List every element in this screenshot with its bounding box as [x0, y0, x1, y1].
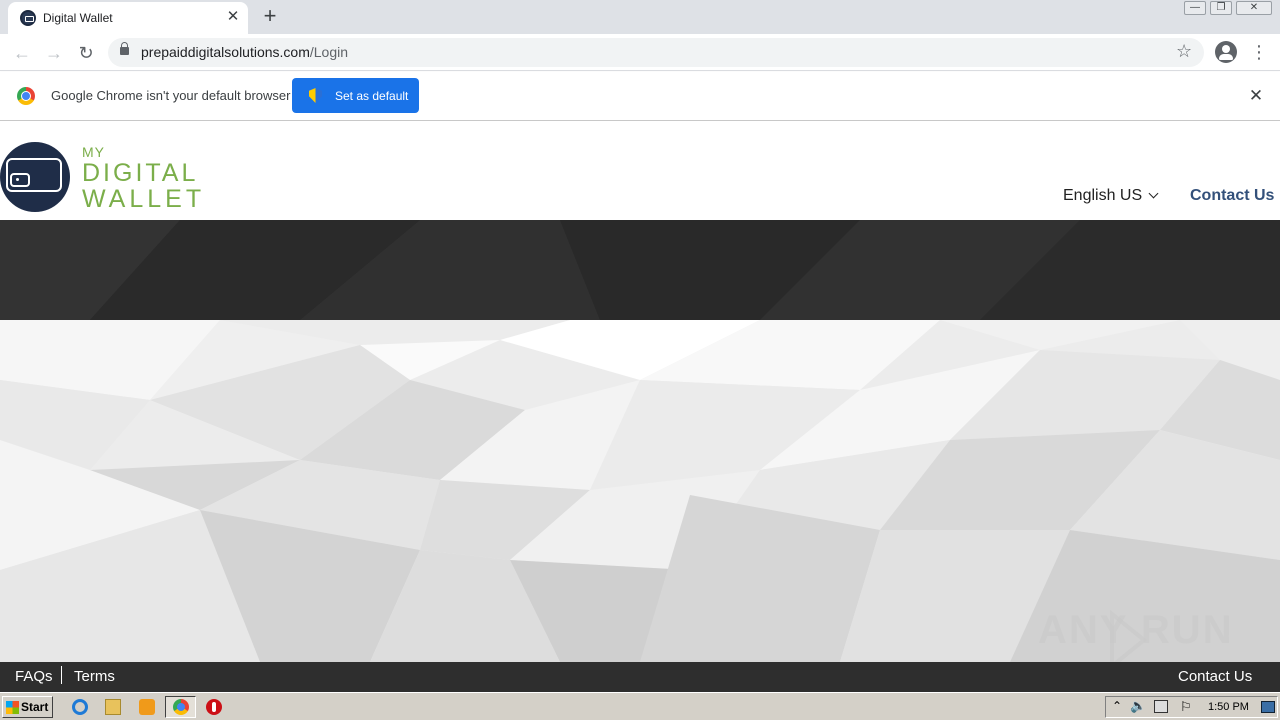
- clock[interactable]: 1:50 PM: [1208, 701, 1249, 713]
- site-footer: FAQs Terms Contact Us: [0, 662, 1280, 692]
- lock-icon[interactable]: [120, 42, 129, 55]
- opera-icon[interactable]: [206, 699, 222, 715]
- address-bar[interactable]: prepaiddigitalsolutions.com/Login ☆: [108, 38, 1204, 67]
- tray-expand-icon[interactable]: ⌃: [1112, 699, 1122, 713]
- browser-menu-icon[interactable]: ⋮: [1249, 40, 1269, 64]
- url-host: prepaiddigitalsolutions.com: [141, 44, 310, 60]
- start-label: Start: [21, 700, 49, 714]
- window-maximize-button[interactable]: ❐: [1210, 1, 1232, 15]
- footer-contact-link[interactable]: Contact Us: [1178, 668, 1252, 685]
- start-button[interactable]: Start: [2, 696, 53, 718]
- set-as-default-button[interactable]: Set as default: [292, 78, 419, 113]
- media-player-icon[interactable]: [139, 699, 155, 715]
- bookmark-star-icon[interactable]: ☆: [1176, 41, 1192, 62]
- windows-logo-icon: [6, 701, 19, 714]
- network-icon[interactable]: [1154, 700, 1168, 713]
- chrome-icon: [173, 699, 189, 715]
- logo-text-my: MY: [82, 144, 105, 160]
- logo-text-digital: DIGITAL: [82, 159, 199, 187]
- wallet-logo-icon[interactable]: [0, 142, 70, 212]
- set-as-default-label: Set as default: [335, 89, 409, 103]
- action-center-flag-icon[interactable]: ⚐: [1180, 699, 1192, 715]
- tab-title: Digital Wallet: [43, 11, 113, 25]
- watermark-play-icon: [1110, 610, 1148, 670]
- infobar-close-icon[interactable]: ✕: [1246, 86, 1266, 106]
- footer-divider: [61, 666, 62, 684]
- dark-polygon-pattern: [0, 220, 1280, 320]
- contact-us-link[interactable]: Contact Us: [1190, 187, 1274, 205]
- url-text[interactable]: prepaiddigitalsolutions.com/Login: [141, 44, 348, 60]
- chevron-down-icon: [1148, 188, 1159, 199]
- volume-icon[interactable]: 🔈: [1130, 698, 1146, 714]
- windows-taskbar: Start ⌃ 🔈 ⚐ 1:50 PM: [0, 692, 1280, 720]
- tab-close-icon[interactable]: ✕: [224, 8, 242, 26]
- browser-tab[interactable]: Digital Wallet ✕: [8, 2, 248, 34]
- show-desktop-icon[interactable]: [1261, 701, 1275, 713]
- window-close-button[interactable]: ✕: [1236, 1, 1272, 15]
- new-tab-button[interactable]: +: [258, 4, 282, 28]
- chrome-taskbar-button[interactable]: [165, 696, 196, 718]
- uac-shield-icon: [309, 88, 322, 103]
- url-path: /Login: [309, 44, 349, 60]
- file-explorer-icon[interactable]: [105, 699, 121, 715]
- wallet-flap: [10, 173, 30, 187]
- dark-banner: [0, 220, 1280, 320]
- wallet-favicon-icon: [20, 10, 36, 26]
- default-browser-infobar: Google Chrome isn't your default browser…: [0, 72, 1280, 121]
- infobar-message: Google Chrome isn't your default browser: [51, 88, 291, 103]
- system-tray: ⌃ 🔈 ⚐ 1:50 PM: [1105, 696, 1278, 718]
- site-header: MY DIGITAL WALLET English US Contact Us: [0, 121, 1280, 220]
- language-selector[interactable]: English US: [1063, 187, 1159, 205]
- wallet-body: [6, 158, 62, 192]
- internet-explorer-icon[interactable]: [72, 699, 88, 715]
- forward-arrow-icon[interactable]: →: [41, 40, 67, 66]
- browser-toolbar: ← → ↻ prepaiddigitalsolutions.com/Login …: [0, 34, 1280, 71]
- tab-strip: Digital Wallet ✕ + — ❐ ✕: [0, 0, 1280, 34]
- faqs-link[interactable]: FAQs: [15, 668, 53, 685]
- window-minimize-button[interactable]: —: [1184, 1, 1206, 15]
- chrome-logo-icon: [17, 87, 35, 105]
- profile-avatar-icon[interactable]: [1215, 41, 1237, 63]
- language-label: English US: [1063, 187, 1143, 204]
- logo-text-wallet: WALLET: [82, 185, 206, 213]
- reload-icon[interactable]: ↻: [73, 40, 99, 66]
- back-arrow-icon[interactable]: ←: [9, 40, 35, 66]
- terms-link[interactable]: Terms: [74, 668, 115, 685]
